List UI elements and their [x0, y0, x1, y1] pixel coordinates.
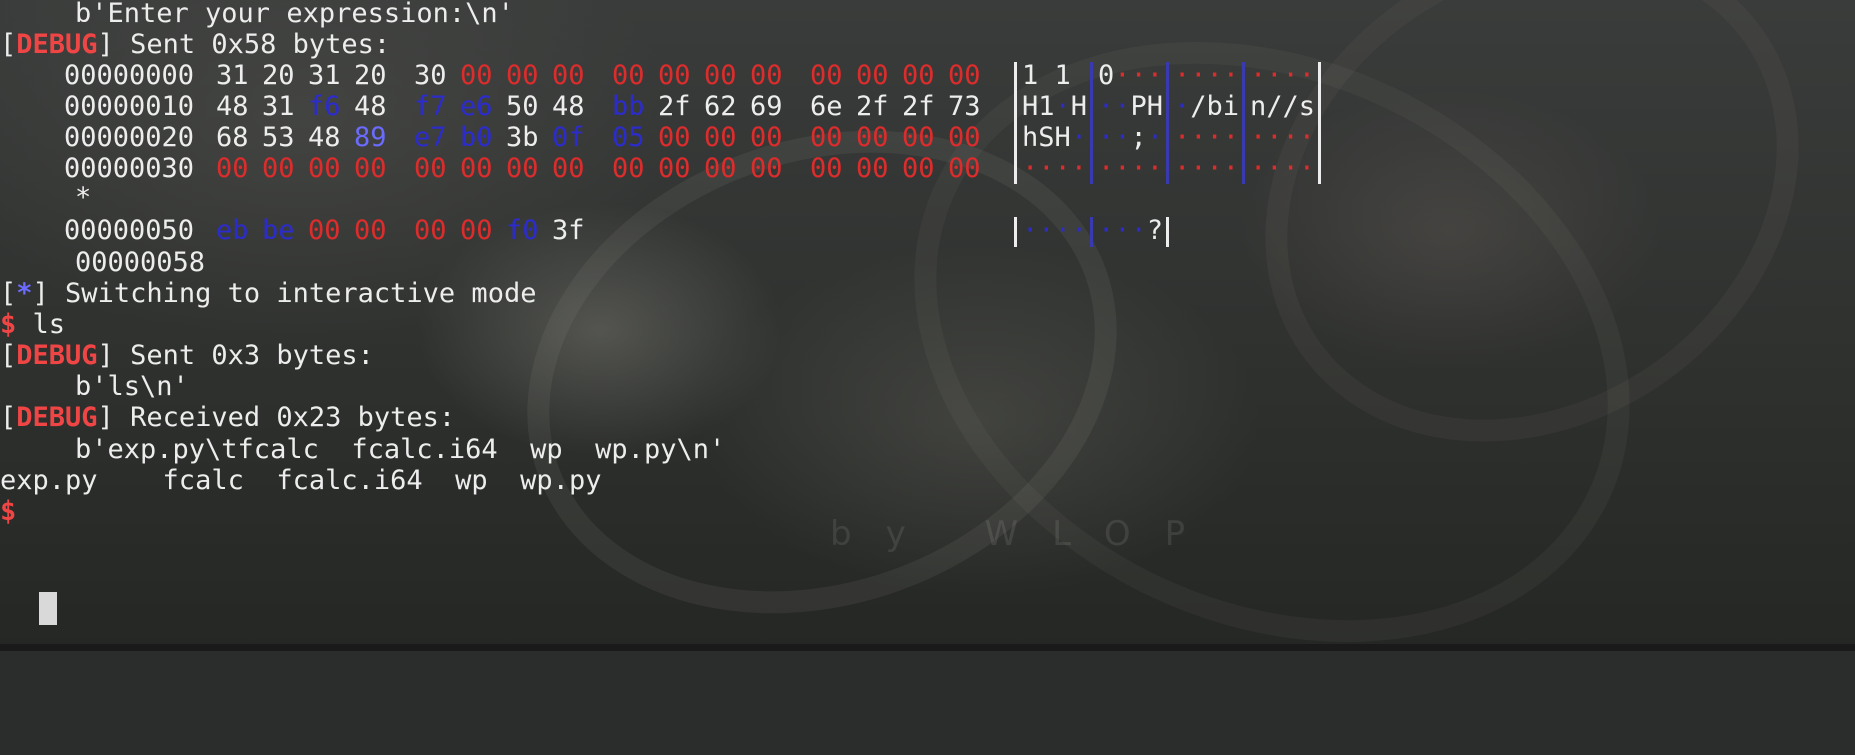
- ascii-group: ····: [1174, 153, 1240, 184]
- interactive-mode-info: [*] Switching to interactive mode: [0, 278, 537, 309]
- ascii-separator: [1318, 62, 1321, 184]
- hexdump-offset: 00000050: [64, 215, 195, 246]
- debug-message-2: Sent 0x3 bytes:: [113, 340, 374, 371]
- debug-message: Sent 0x58 bytes:: [113, 29, 391, 60]
- hex-byte: eb: [216, 215, 249, 246]
- hex-byte: 00: [750, 153, 783, 184]
- hexdump-row: 00000030 00 00 00 00 00 00 00 00 00 00 00 00 00 00 00 00…: [0, 151, 1855, 187]
- hex-byte: f0: [506, 215, 539, 246]
- hex-byte: 00: [216, 153, 249, 184]
- hexdump-repeat-marker: *: [75, 182, 92, 213]
- ascii-group: ····: [1098, 153, 1164, 184]
- shell-prompt-2: $: [0, 496, 17, 527]
- ascii-separator: [1090, 217, 1093, 247]
- ascii-separator: [1014, 62, 1017, 184]
- terminal-output[interactable]: b'Enter your expression:\n' [DEBUG] Sent…: [0, 0, 1855, 651]
- hex-byte: 00: [658, 153, 691, 184]
- bottom-edge: [0, 644, 1855, 651]
- shell-prompt: $: [0, 309, 17, 340]
- debug-received-header: [DEBUG] Received 0x23 bytes:: [0, 402, 456, 433]
- debug-tag-3: DEBUG: [16, 402, 98, 433]
- ascii-separator: [1242, 62, 1245, 184]
- ascii-group: ···?: [1098, 215, 1164, 246]
- debug-tag: DEBUG: [16, 29, 98, 60]
- ascii-separator: [1090, 62, 1093, 184]
- ascii-separator: [1166, 217, 1169, 247]
- text-cursor: [39, 592, 57, 625]
- hex-byte: 00: [414, 215, 447, 246]
- hex-byte: 00: [308, 215, 341, 246]
- debug-message-3: Received 0x23 bytes:: [113, 402, 456, 433]
- hex-byte: 00: [810, 153, 843, 184]
- hex-byte: 00: [704, 153, 737, 184]
- debug-tag-2: DEBUG: [16, 340, 98, 371]
- ls-output: exp.py fcalc fcalc.i64 wp wp.py: [0, 465, 602, 496]
- hex-byte: 00: [506, 153, 539, 184]
- hex-byte: 00: [552, 153, 585, 184]
- hex-byte: 00: [948, 153, 981, 184]
- hexdump-row: 00000050 eb be 00 00 00 00 f0 3f ···· ···?: [0, 213, 1855, 249]
- command-line-current[interactable]: $: [0, 494, 16, 530]
- hex-byte: 00: [902, 153, 935, 184]
- command-text: ls: [16, 309, 66, 340]
- hex-byte: 3f: [552, 215, 585, 246]
- hex-byte: 00: [460, 153, 493, 184]
- ascii-group: ····: [1022, 153, 1088, 184]
- hex-byte: 00: [460, 215, 493, 246]
- info-star: *: [16, 278, 33, 309]
- ascii-separator: [1166, 62, 1169, 184]
- hex-byte: 00: [414, 153, 447, 184]
- hex-byte: 00: [308, 153, 341, 184]
- hex-byte: 00: [262, 153, 295, 184]
- ascii-group: ····: [1250, 153, 1316, 184]
- hex-byte: 00: [612, 153, 645, 184]
- hex-byte: be: [262, 215, 295, 246]
- hex-byte: 00: [856, 153, 889, 184]
- info-message: Switching to interactive mode: [48, 278, 537, 309]
- ascii-separator: [1014, 217, 1017, 247]
- ascii-group: ····: [1022, 215, 1088, 246]
- hex-byte: 00: [354, 215, 387, 246]
- hex-byte: 00: [354, 153, 387, 184]
